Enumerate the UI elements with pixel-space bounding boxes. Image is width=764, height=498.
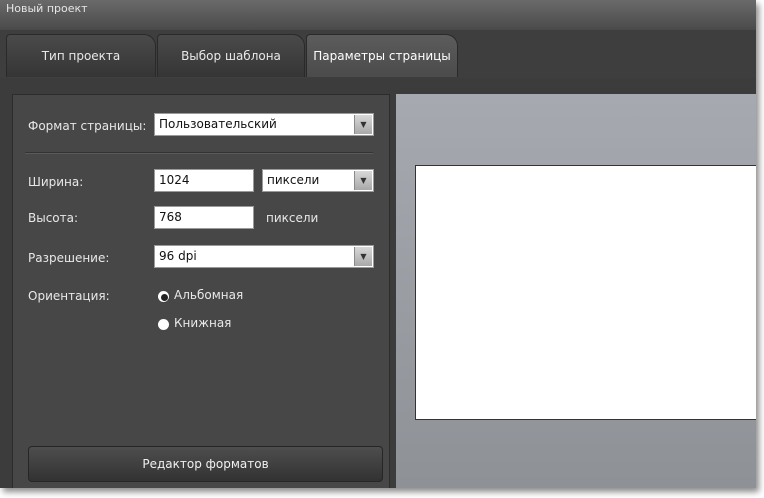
format-editor-button[interactable]: Редактор форматов [28, 446, 383, 482]
orientation-label: Ориентация: [28, 289, 110, 303]
height-unit-label: пиксели [266, 211, 319, 225]
height-input[interactable]: 768 [154, 206, 254, 229]
width-label: Ширина: [28, 175, 84, 189]
tab-project-type[interactable]: Тип проекта [6, 34, 156, 77]
page-format-label: Формат страницы: [28, 119, 147, 133]
tab-template-selection[interactable]: Выбор шаблона [157, 34, 305, 77]
landscape-label[interactable]: Альбомная [174, 288, 243, 302]
chevron-down-icon[interactable]: ▼ [354, 171, 372, 190]
tab-page-parameters[interactable]: Параметры страницы [306, 34, 458, 77]
width-input[interactable]: 1024 [154, 169, 254, 192]
section-divider [25, 152, 373, 154]
content-area: Формат страницы: Пользовательский ▼ Шири… [0, 78, 756, 488]
portrait-label[interactable]: Книжная [174, 316, 231, 330]
resolution-select[interactable]: 96 dpi ▼ [154, 245, 374, 268]
resolution-value: 96 dpi [159, 249, 197, 263]
width-unit-select[interactable]: пиксели ▼ [262, 169, 374, 192]
portrait-radio[interactable] [158, 319, 169, 330]
page-preview-area [396, 94, 756, 488]
tab-strip: Тип проекта Выбор шаблона Параметры стра… [0, 30, 756, 78]
height-label: Высота: [28, 211, 79, 225]
resolution-label: Разрешение: [28, 251, 110, 265]
new-project-window: Новый проект Тип проекта Выбор шаблона П… [0, 0, 756, 488]
chevron-down-icon[interactable]: ▼ [354, 247, 372, 266]
page-format-value: Пользовательский [159, 117, 277, 131]
landscape-radio[interactable] [158, 291, 169, 302]
page-format-select[interactable]: Пользовательский ▼ [154, 113, 374, 136]
window-title: Новый проект [0, 0, 756, 30]
chevron-down-icon[interactable]: ▼ [354, 115, 372, 134]
page-settings-panel: Формат страницы: Пользовательский ▼ Шири… [12, 94, 390, 488]
page-preview [415, 165, 756, 420]
width-unit-value: пиксели [267, 173, 320, 187]
